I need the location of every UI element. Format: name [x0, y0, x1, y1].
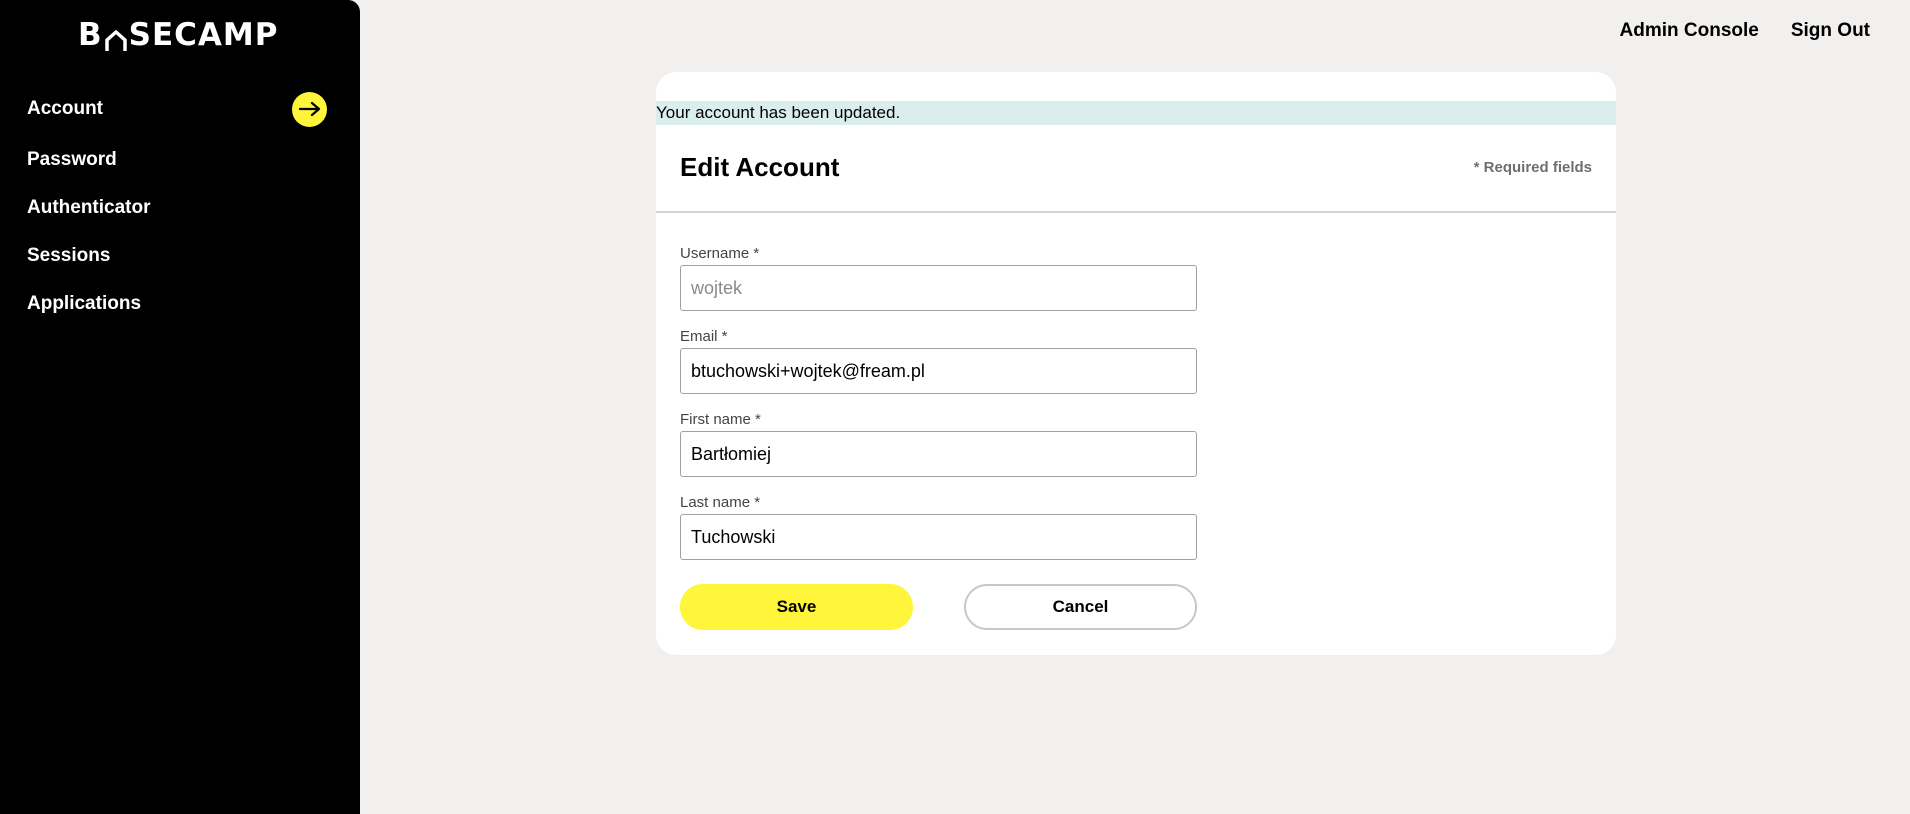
divider: [656, 211, 1616, 213]
first-name-field-group: First name *: [680, 411, 1197, 477]
email-input[interactable]: [680, 348, 1197, 394]
success-alert: Your account has been updated.: [656, 101, 1616, 125]
email-field-group: Email *: [680, 328, 1197, 394]
basecamp-logo[interactable]: B SECAMP: [78, 17, 277, 53]
arrow-right-icon[interactable]: [292, 91, 327, 127]
last-name-input[interactable]: [680, 514, 1197, 560]
page-title: Edit Account: [680, 152, 840, 182]
sign-out-link[interactable]: Sign Out: [1791, 20, 1870, 42]
top-nav: Admin Console Sign Out: [1620, 20, 1871, 42]
sidebar-item-account[interactable]: Account: [27, 88, 327, 130]
last-name-field-group: Last name *: [680, 494, 1197, 560]
cancel-button[interactable]: Cancel: [964, 584, 1197, 630]
sidebar-nav: Account Password Authenticator Sessions …: [27, 88, 327, 328]
sidebar-item-label: Sessions: [27, 245, 111, 266]
save-button[interactable]: Save: [680, 584, 913, 630]
sidebar-item-label: Applications: [27, 293, 142, 314]
first-name-label: First name *: [680, 411, 761, 428]
sidebar-item-label: Account: [27, 98, 103, 119]
house-glyph-icon: [104, 26, 128, 51]
edit-account-card: Your account has been updated. Edit Acco…: [656, 72, 1616, 655]
logo-text-right: SECAMP: [128, 17, 279, 53]
required-fields-note: * Required fields: [1473, 159, 1592, 176]
last-name-label: Last name *: [680, 494, 761, 511]
email-label: Email *: [680, 328, 728, 345]
username-label: Username *: [680, 245, 760, 262]
sidebar-item-label: Authenticator: [27, 197, 151, 218]
logo-text-left: B: [78, 17, 103, 53]
admin-console-link[interactable]: Admin Console: [1620, 20, 1759, 42]
username-input[interactable]: [680, 265, 1197, 311]
sidebar: B SECAMP Account Password Authenticator …: [0, 0, 360, 814]
first-name-input[interactable]: [680, 431, 1197, 477]
sidebar-item-sessions[interactable]: Sessions: [27, 232, 327, 280]
sidebar-item-password[interactable]: Password: [27, 136, 327, 184]
sidebar-item-label: Password: [27, 149, 117, 170]
username-field-group: Username *: [680, 245, 1197, 311]
sidebar-item-authenticator[interactable]: Authenticator: [27, 184, 327, 232]
sidebar-item-applications[interactable]: Applications: [27, 280, 327, 328]
